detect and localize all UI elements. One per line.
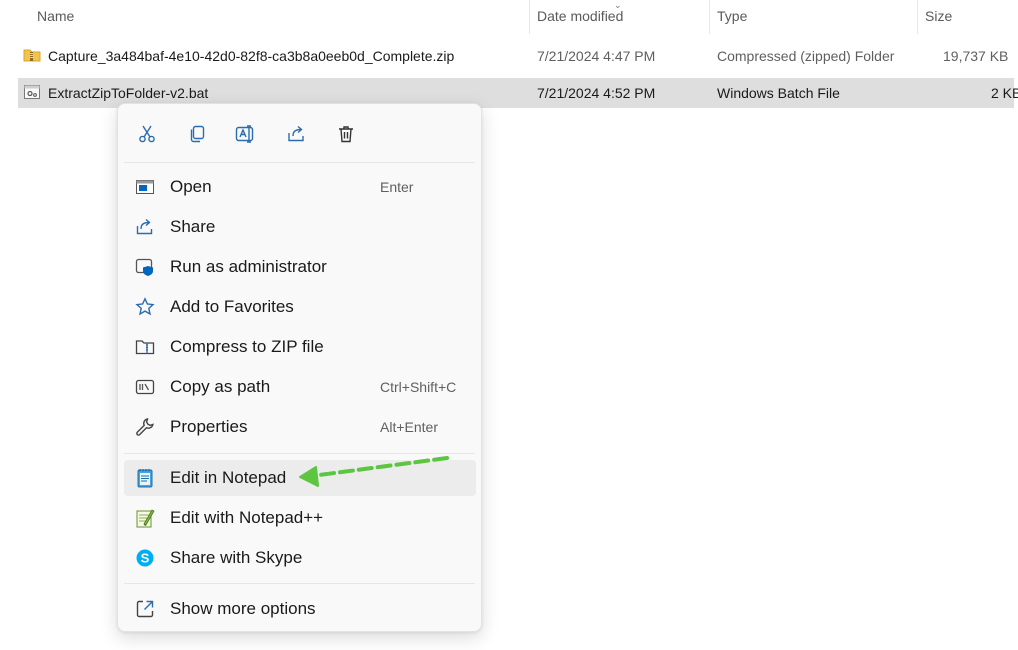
- quick-action-bar: [118, 104, 481, 162]
- notepadpp-icon: [134, 508, 156, 528]
- menu-item-copy-as-path[interactable]: Copy as path Ctrl+Shift+C: [124, 369, 476, 405]
- menu-item-label: Open: [170, 177, 212, 196]
- file-row-zip[interactable]: Capture_3a484baf-4e10-42d0-82f8-ca3b8a0e…: [18, 41, 1014, 71]
- menu-item-label: Run as administrator: [170, 257, 327, 276]
- menu-item-share-with-skype[interactable]: S Share with Skype: [124, 540, 476, 576]
- wrench-icon: [134, 417, 156, 437]
- column-header-bar: Name ⌄ Date modified Type Size: [0, 0, 1018, 34]
- menu-item-shortcut: Ctrl+Shift+C: [380, 379, 457, 395]
- batch-file-icon: [23, 84, 41, 100]
- menu-item-compress-to-zip[interactable]: Compress to ZIP file: [124, 329, 476, 365]
- column-header-size[interactable]: Size: [925, 8, 952, 24]
- menu-item-share[interactable]: Share: [124, 209, 476, 245]
- shield-icon: [134, 257, 156, 277]
- menu-item-label: Compress to ZIP file: [170, 337, 324, 356]
- column-divider[interactable]: [709, 0, 710, 34]
- notepad-icon: [134, 468, 156, 488]
- file-type: Windows Batch File: [717, 85, 840, 101]
- menu-item-properties[interactable]: Properties Alt+Enter: [124, 409, 476, 445]
- menu-item-edit-with-notepadpp[interactable]: Edit with Notepad++: [124, 500, 476, 536]
- menu-item-label: Share: [170, 217, 216, 236]
- menu-item-label: Share with Skype: [170, 548, 303, 567]
- column-header-type[interactable]: Type: [717, 8, 747, 24]
- share-icon[interactable]: [281, 119, 311, 149]
- menu-item-label: Edit with Notepad++: [170, 508, 324, 527]
- star-icon: [134, 297, 156, 317]
- menu-item-label: Properties: [170, 417, 248, 436]
- file-name: Capture_3a484baf-4e10-42d0-82f8-ca3b8a0e…: [48, 48, 455, 64]
- open-icon: [134, 177, 156, 197]
- delete-icon[interactable]: [331, 119, 361, 149]
- menu-item-add-to-favorites[interactable]: Add to Favorites: [124, 289, 476, 325]
- copy-icon[interactable]: [182, 119, 212, 149]
- menu-item-edit-in-notepad[interactable]: Edit in Notepad: [124, 460, 476, 496]
- expand-icon: [134, 599, 156, 619]
- menu-item-label: Edit in Notepad: [170, 468, 287, 487]
- file-name: ExtractZipToFolder-v2.bat: [48, 85, 209, 101]
- column-header-date-modified[interactable]: Date modified: [537, 8, 623, 24]
- menu-item-label: Copy as path: [170, 377, 271, 396]
- column-header-name[interactable]: Name: [37, 8, 74, 24]
- column-divider[interactable]: [917, 0, 918, 34]
- zip-icon: [134, 337, 156, 357]
- menu-divider: [124, 162, 475, 163]
- file-size: 2 KB: [991, 85, 1018, 101]
- rename-icon[interactable]: [231, 119, 261, 149]
- zip-folder-icon: [23, 47, 41, 63]
- file-date: 7/21/2024 4:47 PM: [537, 48, 656, 64]
- file-type: Compressed (zipped) Folder: [717, 48, 895, 64]
- menu-divider: [124, 583, 475, 584]
- menu-item-show-more-options[interactable]: Show more options: [124, 591, 476, 627]
- menu-item-run-as-administrator[interactable]: Run as administrator: [124, 249, 476, 285]
- menu-item-shortcut: Alt+Enter: [380, 419, 438, 435]
- cut-icon[interactable]: [132, 119, 162, 149]
- menu-item-open[interactable]: Open Enter: [124, 169, 476, 205]
- context-menu: Open Enter Share Run as administrator Ad…: [117, 103, 482, 632]
- menu-item-label: Add to Favorites: [170, 297, 294, 316]
- file-date: 7/21/2024 4:52 PM: [537, 85, 656, 101]
- file-size: 19,737 KB: [943, 48, 1009, 64]
- copy-path-icon: [134, 377, 156, 397]
- menu-divider: [124, 453, 475, 454]
- svg-text:S: S: [141, 551, 150, 566]
- file-explorer-view: Name ⌄ Date modified Type Size Capture_3…: [0, 0, 1018, 650]
- menu-item-label: Show more options: [170, 599, 316, 618]
- menu-item-shortcut: Enter: [380, 179, 414, 195]
- share-icon: [134, 217, 156, 237]
- skype-icon: S: [134, 548, 156, 568]
- column-divider[interactable]: [529, 0, 530, 34]
